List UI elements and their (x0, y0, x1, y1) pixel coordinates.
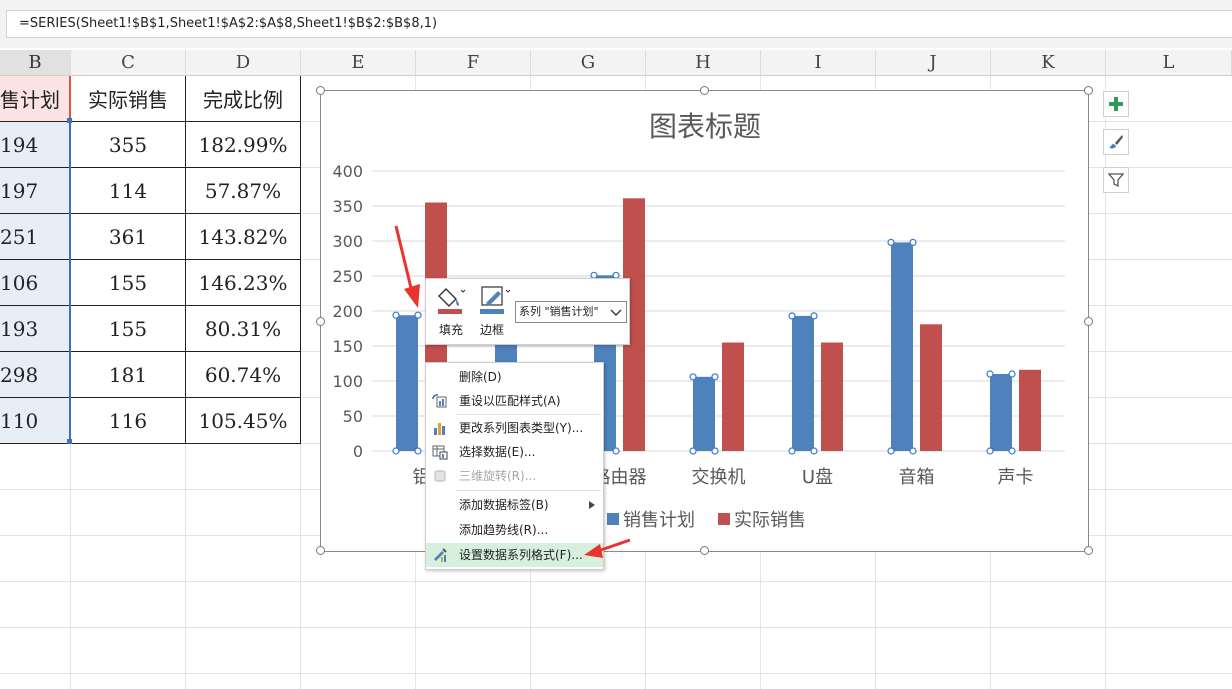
mini-toolbar: 填充 边框 系列 "销售计划" (425, 278, 630, 345)
table-cell[interactable]: 146.23% (186, 260, 301, 306)
menu-item-label: 添加数据标签(B) (459, 498, 549, 512)
table-cell[interactable]: 361 (71, 214, 186, 260)
chart-filters-button[interactable] (1103, 167, 1129, 193)
pen-border-icon (480, 286, 511, 314)
menu-item-label: 选择数据(E)... (459, 445, 536, 459)
column-header-g[interactable]: G (531, 50, 646, 76)
table-cell[interactable]: 193 (0, 306, 71, 352)
menu-item-format-data-series[interactable]: 设置数据系列格式(F)... (426, 543, 603, 567)
resize-handle[interactable] (1084, 86, 1093, 95)
range-handle[interactable] (67, 439, 72, 444)
column-header-k[interactable]: K (991, 50, 1106, 76)
table-cell[interactable]: 194 (0, 122, 71, 168)
border-button[interactable]: 边框 (476, 283, 516, 339)
table-cell[interactable]: 57.87% (186, 168, 301, 214)
table-cell[interactable]: 355 (71, 122, 186, 168)
column-header-h[interactable]: H (646, 50, 761, 76)
border-label: 边框 (480, 323, 505, 337)
menu-separator (456, 414, 601, 415)
table-cell[interactable]: 182.99% (186, 122, 301, 168)
table-cell[interactable]: 181 (71, 352, 186, 398)
table-cell[interactable]: 197 (0, 168, 71, 214)
table-cell[interactable]: 155 (71, 260, 186, 306)
menu-item-label: 删除(D) (459, 370, 502, 384)
table-cell[interactable]: 298 (0, 352, 71, 398)
chart-elements-button[interactable] (1103, 91, 1129, 117)
column-header-f[interactable]: F (416, 50, 531, 76)
format-series-icon (434, 548, 447, 562)
range-border (69, 76, 71, 122)
menu-item-reset-style[interactable]: 重设以匹配样式(A) (426, 389, 603, 413)
select-data-icon (432, 445, 448, 460)
table-cell[interactable]: 143.82% (186, 214, 301, 260)
resize-handle[interactable] (1084, 546, 1093, 555)
plus-icon (1109, 97, 1123, 111)
menu-item-3d-rotation: 三维旋转(R)... (426, 464, 603, 488)
resize-handle[interactable] (316, 317, 325, 326)
column-header-d[interactable]: D (186, 50, 301, 76)
menu-item-select-data[interactable]: 选择数据(E)... (426, 440, 603, 464)
column-header-c[interactable]: C (71, 50, 186, 76)
resize-handle[interactable] (1084, 317, 1093, 326)
resize-handle[interactable] (316, 86, 325, 95)
grid-line (0, 673, 1232, 674)
resize-handle[interactable] (316, 546, 325, 555)
series-dropdown[interactable]: 系列 "销售计划" (515, 301, 627, 323)
chart-type-icon (434, 423, 445, 435)
table-cell[interactable]: 155 (71, 306, 186, 352)
paint-bucket-icon (438, 288, 466, 314)
fill-label: 填充 (439, 323, 464, 337)
menu-item-add-data-labels[interactable]: 添加数据标签(B) (426, 493, 603, 517)
table-cell[interactable]: 110 (0, 398, 71, 444)
table-cell[interactable]: 116 (71, 398, 186, 444)
column-header-l[interactable]: L (1106, 50, 1232, 76)
brush-icon (1109, 135, 1123, 149)
menu-item-label: 设置数据系列格式(F)... (459, 548, 583, 562)
fill-button[interactable]: 填充 (434, 283, 474, 339)
range-border (69, 122, 71, 444)
menu-item-label: 添加趋势线(R)... (459, 523, 549, 537)
table-cell[interactable]: 60.74% (186, 352, 301, 398)
chart-styles-button[interactable] (1103, 129, 1129, 155)
menu-item-label: 重设以匹配样式(A) (459, 394, 561, 408)
menu-item-label: 三维旋转(R)... (459, 469, 537, 483)
table-cell[interactable]: 106 (0, 260, 71, 306)
series-dropdown-value: 系列 "销售计划" (519, 305, 599, 318)
menu-item-label: 更改系列图表类型(Y)... (459, 421, 584, 435)
column-header-e[interactable]: E (301, 50, 416, 76)
resize-handle[interactable] (700, 546, 709, 555)
menu-item-add-trendline[interactable]: 添加趋势线(R)... (426, 518, 603, 542)
table-cell[interactable]: 105.45% (186, 398, 301, 444)
table-cell[interactable]: 251 (0, 214, 71, 260)
column-header-j[interactable]: J (876, 50, 991, 76)
column-header-b[interactable]: B (0, 50, 71, 76)
menu-item-change-chart-type[interactable]: 更改系列图表类型(Y)... (426, 416, 603, 440)
range-handle[interactable] (67, 118, 72, 123)
filter-icon (1108, 173, 1124, 188)
chevron-right-icon (589, 501, 595, 509)
formula-input[interactable]: =SERIES(Sheet1!$B$1,Sheet1!$A$2:$A$8,She… (6, 10, 1232, 38)
menu-item-delete[interactable]: 删除(D) (426, 365, 603, 389)
formula-text: =SERIES(Sheet1!$B$1,Sheet1!$A$2:$A$8,She… (19, 16, 438, 31)
table-header-cell[interactable]: 完成比例 (186, 76, 301, 122)
menu-separator (456, 490, 601, 491)
table-cell[interactable]: 80.31% (186, 306, 301, 352)
formula-bar: =SERIES(Sheet1!$B$1,Sheet1!$A$2:$A$8,She… (0, 0, 1232, 48)
reset-style-icon (432, 394, 447, 408)
resize-handle[interactable] (700, 86, 709, 95)
chevron-down-icon (610, 309, 622, 316)
context-menu: 删除(D) 重设以匹配样式(A) 更改系列图表类型(Y)... 选择数据(E).… (425, 362, 604, 570)
table-cell[interactable]: 114 (71, 168, 186, 214)
table-header-cell[interactable]: 售计划 (0, 76, 71, 122)
column-header-i[interactable]: I (761, 50, 876, 76)
rotate-3d-icon (434, 470, 446, 482)
table-header-cell[interactable]: 实际销售 (71, 76, 186, 122)
grid-line (0, 627, 1232, 628)
grid-line (0, 581, 1232, 582)
